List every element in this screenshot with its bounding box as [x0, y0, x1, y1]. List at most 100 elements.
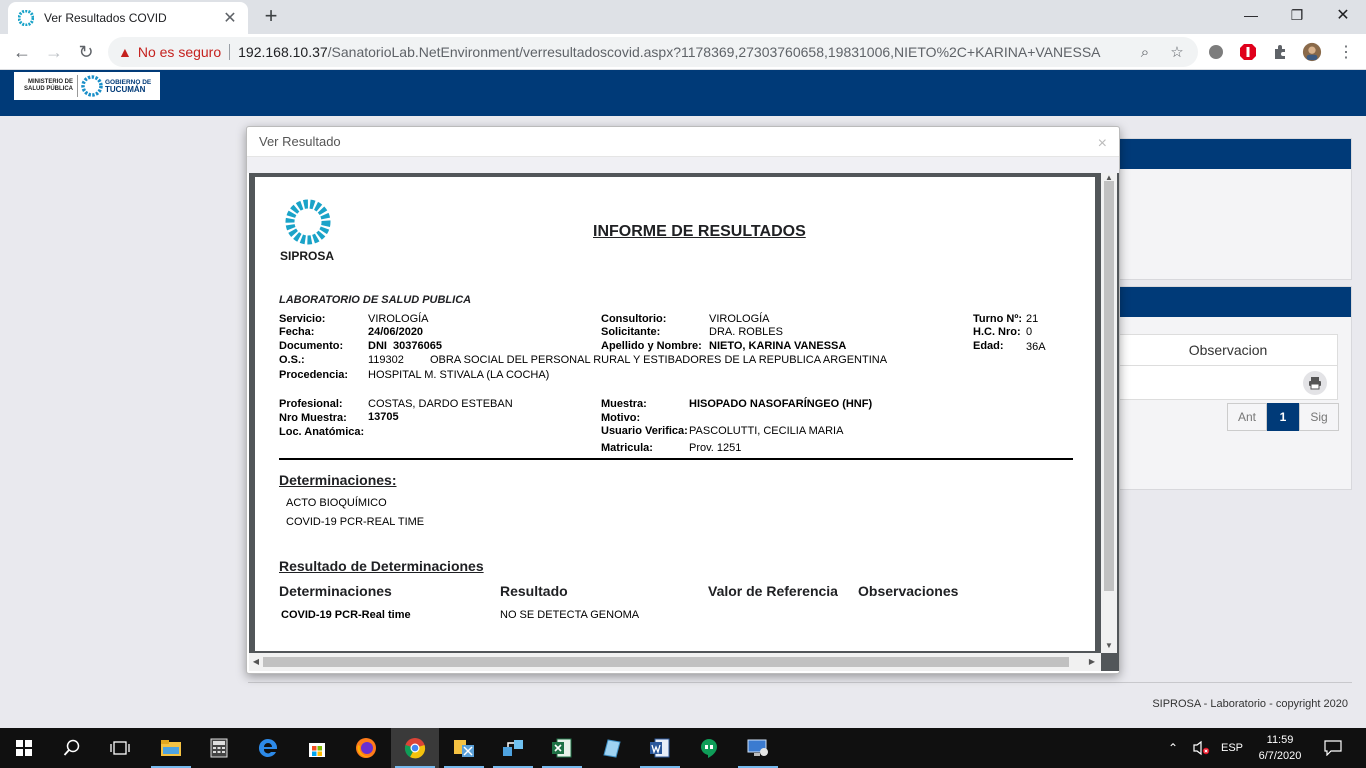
matricula-label: Matricula: [601, 442, 653, 454]
report-document: SIPROSA INFORME DE RESULTADOS LABORATORI… [255, 177, 1095, 651]
table-row [1118, 366, 1338, 400]
input-language[interactable]: ESP [1221, 728, 1243, 768]
network-app-icon[interactable] [489, 728, 537, 768]
new-tab-button[interactable]: + [258, 4, 284, 30]
edad-value: 36A [1026, 341, 1046, 353]
scroll-down-icon[interactable]: ▼ [1101, 641, 1117, 651]
security-status[interactable]: No es seguro [138, 44, 221, 60]
tab-close-icon[interactable]: ✕ [222, 8, 238, 28]
extensions-puzzle-icon[interactable] [1270, 42, 1290, 62]
file-explorer-icon[interactable] [147, 728, 195, 768]
modal-subheader [247, 157, 1119, 173]
zoom-icon[interactable]: ⌕ [1134, 44, 1156, 61]
remote-tool-icon[interactable] [440, 728, 488, 768]
consultorio-value: VIROLOGÍA [709, 313, 770, 325]
government-logo[interactable]: MINISTERIO DE SALUD PÚBLICA GOBIERNO DE … [14, 72, 160, 100]
muestra-label: Muestra: [601, 398, 647, 410]
print-icon[interactable] [1303, 371, 1327, 395]
hc-label: H.C. Nro: [973, 326, 1021, 338]
pager-next-button[interactable]: Sig [1299, 403, 1339, 431]
vertical-scroll-thumb[interactable] [1104, 181, 1114, 591]
excel-icon[interactable] [538, 728, 586, 768]
os-label: O.S.: [279, 354, 305, 366]
notifications-icon[interactable] [1324, 728, 1342, 768]
col-observaciones: Observaciones [858, 583, 959, 599]
remote-desktop-icon[interactable] [734, 728, 782, 768]
forward-button[interactable]: → [40, 38, 68, 66]
warning-icon: ▲ [118, 44, 132, 60]
panel-1-header [1119, 139, 1351, 169]
vertical-scrollbar[interactable]: ▲ ▼ [1101, 173, 1117, 653]
result-determinacion: COVID-19 PCR-Real time [281, 609, 411, 621]
background-panel-1 [1118, 138, 1352, 280]
fecha-label: Fecha: [279, 326, 315, 338]
apellido-value: NIETO, KARINA VANESSA [709, 340, 847, 352]
profile-avatar[interactable] [1302, 42, 1322, 62]
tucuman-sun-icon [81, 75, 103, 97]
turno-label: Turno Nº: [973, 313, 1023, 325]
modal-close-button[interactable]: × [1098, 135, 1107, 153]
servicio-value: VIROLOGÍA [368, 313, 429, 325]
edge-icon[interactable] [244, 728, 292, 768]
horizontal-scroll-thumb[interactable] [263, 657, 1069, 667]
tab-title: Ver Resultados COVID [44, 11, 167, 25]
clock-date: 6/7/2020 [1258, 750, 1302, 762]
documento-label: Documento: [279, 340, 344, 352]
pager-prev-button[interactable]: Ant [1227, 403, 1267, 431]
loc-anatomica-label: Loc. Anatómica: [279, 426, 365, 438]
app-crystal-icon[interactable] [587, 728, 635, 768]
calculator-icon[interactable] [195, 728, 243, 768]
siprosa-logo-text: SIPROSA [280, 249, 335, 263]
usuario-verifica-value: PASCOLUTTI, CECILIA MARIA [689, 425, 844, 437]
horizontal-scrollbar[interactable]: ◀ ▶ [249, 653, 1101, 671]
tab-strip: Ver Resultados COVID ✕ + — ❐ ✕ [0, 0, 1366, 34]
ministerio-logo-text: MINISTERIO DE SALUD PÚBLICA [14, 75, 78, 97]
adblock-icon[interactable] [1238, 42, 1258, 62]
scroll-right-icon[interactable]: ▶ [1087, 657, 1097, 666]
task-view-icon[interactable] [96, 728, 144, 768]
volume-muted-icon[interactable] [1192, 728, 1210, 768]
observacion-column-header: Observacion [1118, 334, 1338, 366]
bookmark-star-icon[interactable]: ☆ [1166, 43, 1188, 61]
motivo-label: Motivo: [601, 412, 641, 424]
browser-toolbar: ← → ↻ ▲ No es seguro 192.168.10.37/Sanat… [0, 34, 1366, 70]
result-value: NO SE DETECTA GENOMA [500, 609, 640, 621]
start-windows-icon[interactable] [0, 728, 48, 768]
windows-taskbar: ⌃ ESP 11:59 6/7/2020 [0, 728, 1366, 768]
browser-tab[interactable]: Ver Resultados COVID ✕ [8, 2, 248, 34]
matricula-value: Prov. 1251 [689, 442, 742, 454]
address-bar[interactable]: ▲ No es seguro 192.168.10.37/SanatorioLa… [108, 37, 1198, 67]
firefox-icon[interactable] [342, 728, 390, 768]
chrome-icon[interactable] [391, 728, 439, 768]
scroll-left-icon[interactable]: ◀ [251, 657, 261, 666]
url-text[interactable]: 192.168.10.37/SanatorioLab.NetEnvironmen… [238, 44, 1124, 60]
profesional-label: Profesional: [279, 398, 343, 410]
system-clock[interactable]: 11:59 6/7/2020 [1250, 732, 1310, 764]
back-button[interactable]: ← [8, 38, 36, 66]
pagination: Ant 1 Sig [1227, 403, 1339, 431]
store-icon[interactable] [293, 728, 341, 768]
consultorio-label: Consultorio: [601, 313, 667, 325]
reload-button[interactable]: ↻ [72, 38, 100, 66]
col-resultado: Resultado [500, 583, 568, 599]
search-icon[interactable] [48, 728, 96, 768]
close-window-button[interactable]: ✕ [1320, 0, 1366, 30]
menu-kebab-icon[interactable]: ⋮ [1336, 42, 1356, 62]
extension-gray-icon[interactable] [1206, 42, 1226, 62]
chevron-up-icon[interactable]: ⌃ [1168, 741, 1178, 755]
siprosa-favicon-icon [18, 10, 34, 26]
restore-button[interactable]: ❐ [1274, 0, 1320, 30]
solicitante-value: DRA. ROBLES [709, 326, 783, 338]
hc-value: 0 [1026, 326, 1033, 338]
site-header: MINISTERIO DE SALUD PÚBLICA GOBIERNO DE … [0, 70, 1366, 116]
footer-divider [248, 682, 1352, 683]
hangouts-icon[interactable] [685, 728, 733, 768]
minimize-button[interactable]: — [1228, 0, 1274, 30]
pager-current-page[interactable]: 1 [1267, 403, 1299, 431]
show-hidden-icons[interactable]: ⌃ [1168, 728, 1178, 768]
resultado-section-title: Resultado de Determinaciones [279, 558, 484, 574]
servicio-label: Servicio: [279, 313, 326, 325]
report-viewer[interactable]: SIPROSA INFORME DE RESULTADOS LABORATORI… [249, 173, 1119, 671]
os-name: OBRA SOCIAL DEL PERSONAL RURAL Y ESTIBAD… [430, 354, 888, 366]
word-icon[interactable] [636, 728, 684, 768]
